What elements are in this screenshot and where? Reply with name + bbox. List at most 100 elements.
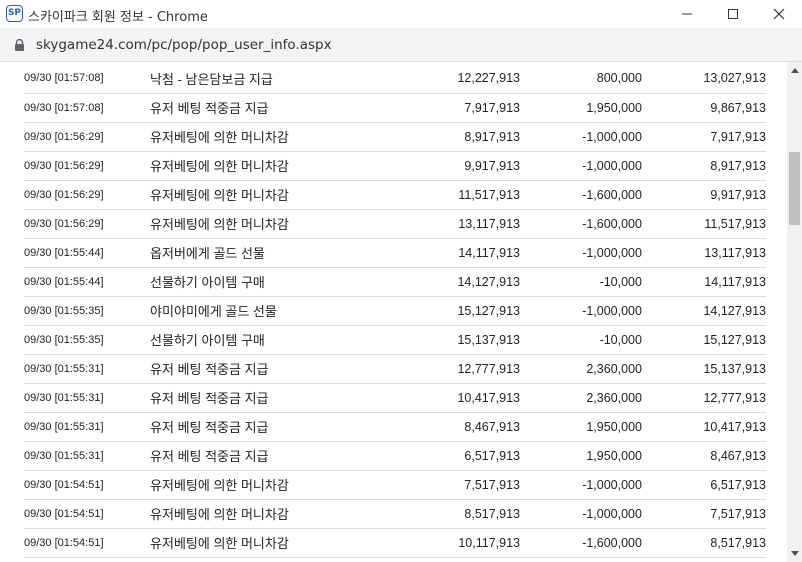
row-description: 유저 베팅 적중금 지급 (150, 93, 394, 123)
row-time: 09/30 [01:55:35] (24, 325, 151, 355)
table-row: 09/30 [01:56:29] 유저베팅에 의한 머니차감 13,117,913-… (24, 209, 766, 239)
table-row: 09/30 [01:56:29] 유저베팅에 의한 머니차감 8,917,913 -1… (24, 122, 766, 152)
row-balance-after: 10,417,913 (641, 412, 766, 442)
row-description: 유저 베팅 적중금 지급 (150, 412, 394, 442)
close-button[interactable] (756, 0, 802, 28)
row-balance-after: 15,137,913 (641, 354, 766, 384)
row-balance-after: 9,917,913 (641, 180, 766, 210)
row-balance-after: 13,027,913 (641, 64, 766, 94)
row-time: 09/30 [01:54:51] (24, 499, 151, 529)
row-description: 유저 베팅 적중금 지급 (150, 441, 394, 471)
row-balance-before: 8,467,913 (393, 412, 520, 442)
row-balance-after: 8,917,913 (641, 151, 766, 181)
row-amount-change: 800,000 (520, 64, 642, 94)
row-amount-change: 2,360,000 (520, 354, 642, 384)
lock-icon (15, 39, 24, 51)
app-logo-icon: SP (6, 5, 23, 22)
table-row: 09/30 [01:54:51] 유저베팅에 의한 머니차감 7,517,913 -1… (24, 470, 766, 500)
row-amount-change: -10,000 (520, 325, 642, 355)
row-balance-before: 12,227,913 (393, 64, 520, 94)
row-balance-after: 14,117,913 (641, 267, 766, 297)
scroll-down-arrow-icon[interactable] (791, 551, 799, 556)
maximize-icon (728, 9, 738, 19)
row-balance-before: 11,517,913 (393, 180, 520, 210)
row-description: 유저베팅에 의한 머니차감 (150, 470, 394, 500)
row-balance-before: 12,777,913 (393, 354, 520, 384)
table-row: 09/30 [01:54:51] 유저베팅에 의한 머니차감 8,517,913 -1… (24, 499, 766, 529)
window-title: 스카이파크 회원 정보 - Chrome (28, 10, 208, 25)
row-description: 유저베팅에 의한 머니차감 (150, 528, 394, 558)
row-time: 09/30 [01:56:29] (24, 122, 151, 152)
table-row: 09/30 [01:55:44] 선물하기 아이템 구매 14,127,913 -10… (24, 267, 766, 297)
row-description: 낙첨 - 남은담보금 지급 (150, 64, 394, 94)
row-description: 선물하기 아이템 구매 (150, 267, 394, 297)
row-time: 09/30 [01:55:31] (24, 383, 151, 413)
row-balance-after: 15,127,913 (641, 325, 766, 355)
page-content: 09/30 [01:57:08] 낙첨 - 남은담보금 지급 12,227,913 8… (0, 62, 787, 562)
row-amount-change: -1,000,000 (520, 151, 642, 181)
row-balance-after: 11,517,913 (641, 209, 766, 239)
row-balance-before: 6,517,913 (393, 441, 520, 471)
row-amount-change: -1,000,000 (520, 296, 642, 326)
row-amount-change: 1,950,000 (520, 441, 642, 471)
row-time: 09/30 [01:54:51] (24, 528, 151, 558)
row-amount-change: -1,600,000 (520, 528, 642, 558)
row-balance-after: 8,517,913 (641, 528, 766, 558)
row-time: 09/30 [01:55:31] (24, 412, 151, 442)
table-row: 09/30 [01:56:29] 유저베팅에 의한 머니차감 11,517,913-… (24, 180, 766, 210)
row-balance-before: 8,517,913 (393, 499, 520, 529)
row-time: 09/30 [01:55:31] (24, 441, 151, 471)
close-icon (773, 8, 785, 20)
row-balance-before: 14,117,913 (393, 238, 520, 268)
table-row: 09/30 [01:55:31] 유저 베팅 적중금 지급 6,517,913 1,9… (24, 441, 766, 471)
row-description: 유저베팅에 의한 머니차감 (150, 499, 394, 529)
table-row: 09/30 [01:57:08] 낙첨 - 남은담보금 지급 12,227,913 8… (24, 64, 766, 94)
table-row: 09/30 [01:57:08] 유저 베팅 적중금 지급 7,917,913 1,9… (24, 93, 766, 123)
row-description: 유저베팅에 의한 머니차감 (150, 151, 394, 181)
address-bar[interactable]: skygame24.com/pc/pop/pop_user_info.aspx (0, 28, 802, 62)
table-row: 09/30 [01:55:31] 유저 베팅 적중금 지급 8,467,913 1,9… (24, 412, 766, 442)
row-balance-after: 9,867,913 (641, 93, 766, 123)
table-row: 09/30 [01:55:31] 유저 베팅 적중금 지급 10,417,913 2,… (24, 383, 766, 413)
row-balance-before: 10,117,913 (393, 528, 520, 558)
row-balance-after: 12,777,913 (641, 383, 766, 413)
row-description: 야미야미에게 골드 선물 (150, 296, 394, 326)
row-balance-after: 6,517,913 (641, 470, 766, 500)
row-time: 09/30 [01:56:29] (24, 209, 151, 239)
maximize-button[interactable] (710, 0, 756, 28)
row-balance-before: 7,917,913 (393, 93, 520, 123)
row-balance-before: 8,917,913 (393, 122, 520, 152)
scroll-up-arrow-icon[interactable] (791, 68, 799, 73)
row-balance-before: 9,917,913 (393, 151, 520, 181)
row-time: 09/30 [01:55:31] (24, 354, 151, 384)
row-balance-before: 13,117,913 (393, 209, 520, 239)
money-history-table: 09/30 [01:57:08] 낙첨 - 남은담보금 지급 12,227,913 8… (24, 64, 766, 558)
row-description: 선물하기 아이템 구매 (150, 325, 394, 355)
minimize-button[interactable] (664, 0, 710, 28)
table-row: 09/30 [01:55:35] 야미야미에게 골드 선물 15,127,913 -1… (24, 296, 766, 326)
row-description: 유저베팅에 의한 머니차감 (150, 180, 394, 210)
table-row: 09/30 [01:55:31] 유저 베팅 적중금 지급 12,777,913 2,… (24, 354, 766, 384)
row-amount-change: 1,950,000 (520, 93, 642, 123)
row-description: 유저 베팅 적중금 지급 (150, 383, 394, 413)
row-time: 09/30 [01:55:35] (24, 296, 151, 326)
scrollbar-thumb[interactable] (789, 152, 800, 225)
row-time: 09/30 [01:55:44] (24, 238, 151, 268)
row-amount-change: -1,600,000 (520, 180, 642, 210)
vertical-scrollbar[interactable] (787, 62, 802, 562)
row-time: 09/30 [01:56:29] (24, 151, 151, 181)
window-titlebar: SP 스카이파크 회원 정보 - Chrome (0, 0, 802, 28)
row-balance-after: 8,467,913 (641, 441, 766, 471)
row-description: 유저베팅에 의한 머니차감 (150, 122, 394, 152)
row-time: 09/30 [01:54:51] (24, 470, 151, 500)
row-amount-change: 1,950,000 (520, 412, 642, 442)
row-description: 유저 베팅 적중금 지급 (150, 354, 394, 384)
url-text[interactable]: skygame24.com/pc/pop/pop_user_info.aspx (36, 37, 332, 53)
table-row: 09/30 [01:55:35] 선물하기 아이템 구매 15,137,913 -10… (24, 325, 766, 355)
row-balance-before: 7,517,913 (393, 470, 520, 500)
row-time: 09/30 [01:57:08] (24, 64, 151, 94)
row-balance-after: 14,127,913 (641, 296, 766, 326)
row-amount-change: -1,000,000 (520, 470, 642, 500)
row-amount-change: -10,000 (520, 267, 642, 297)
row-balance-before: 15,137,913 (393, 325, 520, 355)
